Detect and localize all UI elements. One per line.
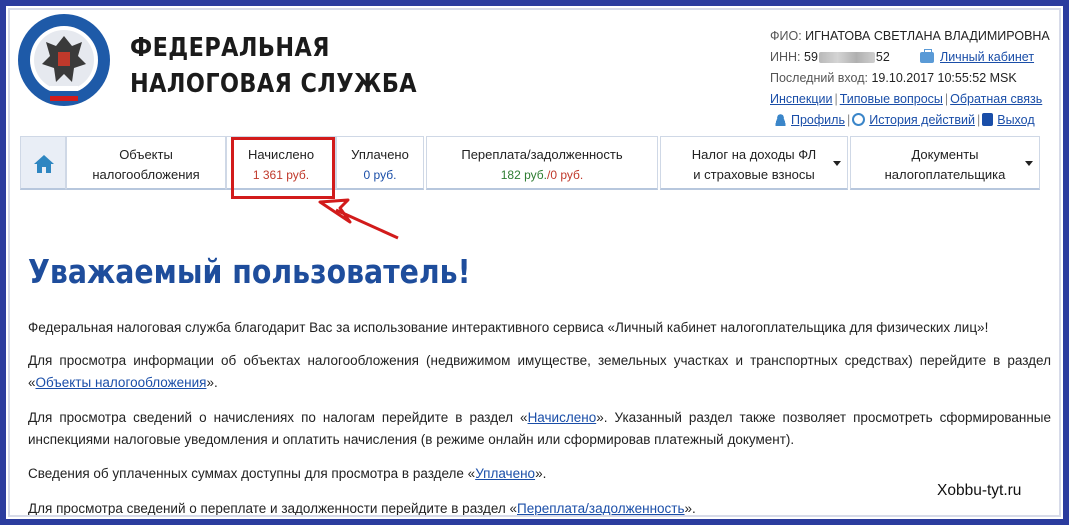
accrued-link[interactable]: Начислено	[528, 410, 597, 425]
tab-paid-amount: 0 руб.	[363, 168, 397, 182]
objects-link[interactable]: Объекты налогообложения	[36, 375, 207, 390]
tab-ndfl-line2: и страховые взносы	[693, 167, 815, 182]
briefcase-icon	[920, 49, 934, 63]
tab-ndfl-line1: Налог на доходы ФЛ	[691, 147, 817, 162]
account-links-row: Профиль | История действий | Выход	[770, 110, 1060, 131]
tab-documents[interactable]: Документы налогоплательщика	[850, 136, 1040, 190]
logout-link[interactable]: Выход	[997, 113, 1034, 127]
paid-link[interactable]: Уплачено	[475, 466, 535, 481]
separator: |	[944, 92, 949, 106]
brand-title: ФЕДЕРАЛЬНАЯ НАЛОГОВАЯ СЛУЖБА	[130, 30, 417, 102]
tab-paid-label: Уплачено	[351, 147, 409, 162]
feedback-link[interactable]: Обратная связь	[950, 92, 1042, 106]
tab-overpay-amounts: 182 руб./0 руб.	[427, 165, 657, 185]
faq-link[interactable]: Типовые вопросы	[840, 92, 943, 106]
chevron-down-icon	[1025, 161, 1033, 166]
user-icon	[774, 113, 787, 126]
inn-prefix: 59	[804, 50, 818, 64]
exit-icon	[982, 113, 994, 126]
user-info-panel: ФИО: ИГНАТОВА СВЕТЛАНА ВЛАДИМИРОВНА ИНН:…	[770, 26, 1060, 131]
inn-mask	[818, 52, 875, 64]
objects-paragraph: Для просмотра информации об объектах нал…	[28, 350, 1051, 394]
profile-link[interactable]: Профиль	[791, 113, 845, 127]
chevron-down-icon	[833, 161, 841, 166]
brand-line-1: ФЕДЕРАЛЬНАЯ	[130, 33, 330, 63]
tab-home[interactable]	[20, 136, 66, 190]
tab-objects[interactable]: Объекты налогообложения	[66, 136, 226, 190]
overpay-paragraph: Для просмотра сведений о переплате и зад…	[28, 498, 1051, 520]
fns-emblem-icon	[18, 14, 110, 106]
page-title: Уважаемый пользователь!	[28, 252, 471, 291]
overpay-amount: 182 руб.	[500, 168, 547, 182]
last-login-value: 19.10.2017 10:55:52 MSK	[871, 71, 1017, 85]
inn-label: ИНН:	[770, 50, 801, 64]
highlight-box	[231, 137, 335, 199]
info-links-row: Инспекции | Типовые вопросы | Обратная связь	[770, 89, 1060, 110]
paid-text-a: Сведения об уплаченных суммах доступны д…	[28, 466, 476, 481]
inspections-link[interactable]: Инспекции	[770, 92, 832, 106]
objects-text-b: ».	[206, 375, 218, 390]
annotation-arrow-icon	[318, 198, 399, 240]
tab-docs-line1: Документы	[911, 147, 979, 162]
home-icon	[34, 155, 54, 173]
main-nav: Объекты налогообложения Начислено 1 361 …	[20, 136, 1042, 190]
accrued-text-a: Для просмотра сведений о начислениях по …	[28, 410, 528, 425]
history-link[interactable]: История действий	[869, 113, 975, 127]
last-login-label: Последний вход:	[770, 71, 868, 85]
debt-amount: /0 руб.	[547, 168, 584, 182]
tab-ndfl[interactable]: Налог на доходы ФЛ и страховые взносы	[660, 136, 848, 190]
overpay-text-a: Для просмотра сведений о переплате и зад…	[28, 501, 518, 516]
watermark: Xobbu-tyt.ru	[937, 482, 1022, 499]
tab-objects-line1: Объекты	[119, 147, 173, 162]
overpay-link[interactable]: Переплата/задолженность	[517, 501, 685, 516]
tab-overpay-label: Переплата/задолженность	[461, 147, 623, 162]
tab-docs-line2: налогоплательщика	[884, 167, 1006, 182]
tab-overpayment[interactable]: Переплата/задолженность 182 руб./0 руб.	[426, 136, 658, 190]
history-icon	[852, 113, 866, 126]
tab-paid[interactable]: Уплачено 0 руб.	[336, 136, 424, 190]
inn-row: ИНН: 59 52 Личный кабинет	[770, 47, 1060, 68]
fio-value: ИГНАТОВА СВЕТЛАНА ВЛАДИМИРОВНА	[805, 29, 1050, 43]
accrued-paragraph: Для просмотра сведений о начислениях по …	[28, 407, 1051, 451]
separator: |	[834, 92, 838, 106]
overpay-text-b: ».	[684, 501, 696, 516]
paid-text-b: ».	[535, 466, 547, 481]
separator: |	[846, 113, 851, 127]
brand-line-2: НАЛОГОВАЯ СЛУЖБА	[130, 69, 418, 99]
inn-suffix: 52	[875, 50, 890, 64]
tab-objects-line2: налогообложения	[92, 167, 200, 182]
cabinet-link[interactable]: Личный кабинет	[940, 47, 1034, 68]
separator: |	[976, 113, 981, 127]
paid-paragraph: Сведения об уплаченных суммах доступны д…	[28, 463, 1051, 485]
intro-paragraph: Федеральная налоговая служба благодарит …	[28, 320, 989, 335]
last-login-row: Последний вход: 19.10.2017 10:55:52 MSK	[770, 68, 1060, 89]
fio-label: ФИО:	[770, 29, 802, 43]
fio-row: ФИО: ИГНАТОВА СВЕТЛАНА ВЛАДИМИРОВНА	[770, 26, 1060, 47]
